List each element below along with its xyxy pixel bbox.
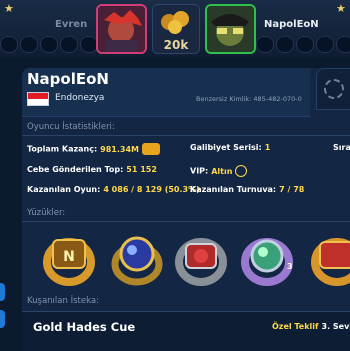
pocketed-value: 51 152 <box>126 165 157 174</box>
pocketed-label: Cebe Gönderilen Top: <box>27 165 124 174</box>
games-won-label: Kazanılan Oyun: <box>27 185 101 194</box>
player-name: NapolEoN <box>27 70 109 88</box>
coins-icon <box>142 143 161 155</box>
cue-name: Gold Hades Cue <box>33 320 136 334</box>
indonesia-flag-icon <box>27 92 49 106</box>
ring-icon[interactable]: N <box>40 230 98 288</box>
rings-title: Yüzükler: <box>27 208 66 218</box>
cue-level: 3. Seviye <box>321 322 350 331</box>
pot-amount-box: 20k <box>152 4 200 54</box>
opponent-avatar <box>96 4 147 54</box>
vip-value: Altın <box>211 166 233 176</box>
ring-count-badge: 3 <box>287 262 293 271</box>
player-name-header: NapolEoN <box>264 19 319 30</box>
rank: Sıra <box>333 143 350 152</box>
player-ball-slots <box>256 36 350 53</box>
rank-label: Sıra <box>333 143 350 152</box>
vip-status: VIP: Altın <box>190 165 248 177</box>
total-earnings: Toplam Kazanç: 981.34M <box>27 143 161 155</box>
pocketed-balls: Cebe Gönderilen Top: 51 152 <box>27 165 157 174</box>
ring-icon[interactable] <box>108 230 166 288</box>
tournaments-value: 7 / 78 <box>279 185 305 194</box>
win-streak-label: Galibiyet Serisi: <box>190 143 262 152</box>
unique-id: Benzersiz Kimlik: 485-482-070-0 <box>196 95 302 103</box>
avatar-placeholder-icon <box>324 79 344 99</box>
ring-icon[interactable] <box>172 230 230 288</box>
tournaments-won: Kazanılan Turnuva: 7 / 78 <box>190 185 304 194</box>
side-tab-1[interactable] <box>0 283 5 301</box>
side-tab-2[interactable] <box>0 310 5 328</box>
player-avatar <box>205 4 256 54</box>
ring-icon[interactable] <box>238 230 296 288</box>
win-streak: Galibiyet Serisi: 1 <box>190 143 270 152</box>
svg-text:N: N <box>63 249 75 265</box>
vip-label: VIP: <box>190 166 209 176</box>
ring-icon[interactable] <box>308 230 350 288</box>
total-earnings-value: 981.34M <box>100 144 140 154</box>
offer-label: Özel Teklif <box>272 322 319 331</box>
country-name: Endonezya <box>55 93 105 103</box>
divider <box>22 221 350 222</box>
cue-offer[interactable]: Özel Teklif3. Seviye <box>272 322 350 331</box>
ribbon-icon: ★ <box>4 2 14 15</box>
cue-title: Kuşanılan İsteka: <box>27 296 99 306</box>
stats-title: Oyuncu İstatistikleri: <box>27 122 115 132</box>
ribbon-icon: ★ <box>336 2 346 15</box>
divider <box>22 135 350 136</box>
win-streak-value: 1 <box>264 143 271 152</box>
avatar-placeholder[interactable] <box>316 68 350 110</box>
games-won: Kazanılan Oyun: 4 086 / 8 129 (50.3%) <box>27 185 200 194</box>
games-won-value: 4 086 / 8 129 (50.3%) <box>103 185 200 194</box>
vip-gold-icon <box>235 165 248 177</box>
coin-stack-icon <box>161 11 189 34</box>
opponent-name: Evren <box>55 19 88 30</box>
tournaments-label: Kazanılan Turnuva: <box>190 185 277 194</box>
total-earnings-label: Toplam Kazanç: <box>27 144 98 154</box>
pot-amount: 20k <box>163 38 189 52</box>
